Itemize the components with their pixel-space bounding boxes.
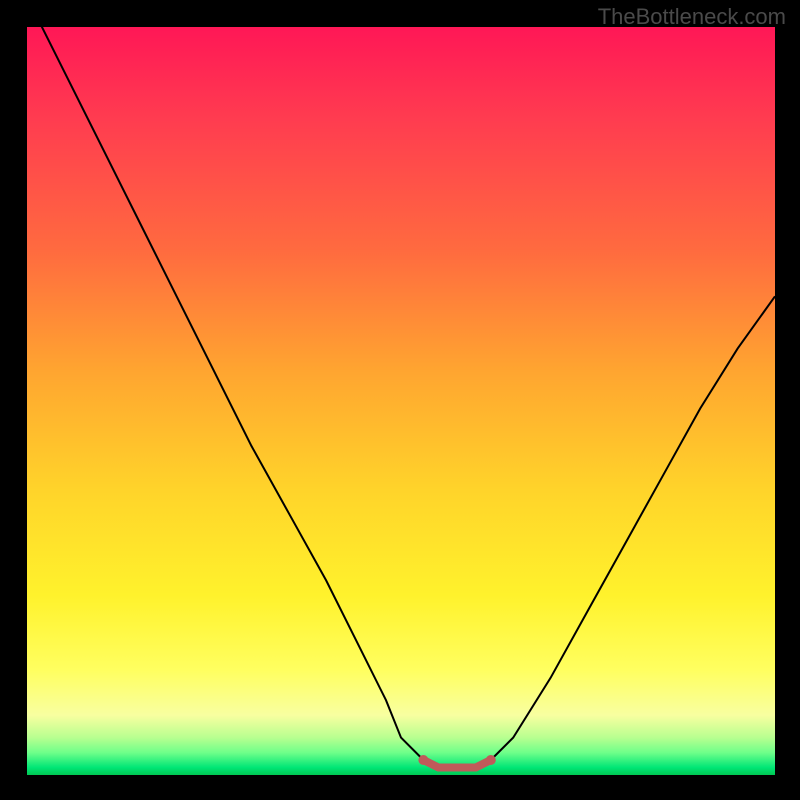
bottleneck-curve: [27, 0, 775, 768]
curve-svg: [27, 27, 775, 775]
watermark-text: TheBottleneck.com: [598, 4, 786, 30]
marker-dot-right: [486, 755, 496, 765]
chart-container: TheBottleneck.com: [0, 0, 800, 800]
plot-frame: [27, 27, 775, 775]
flat-bottom-marker: [423, 760, 490, 768]
marker-dot-left: [418, 755, 428, 765]
